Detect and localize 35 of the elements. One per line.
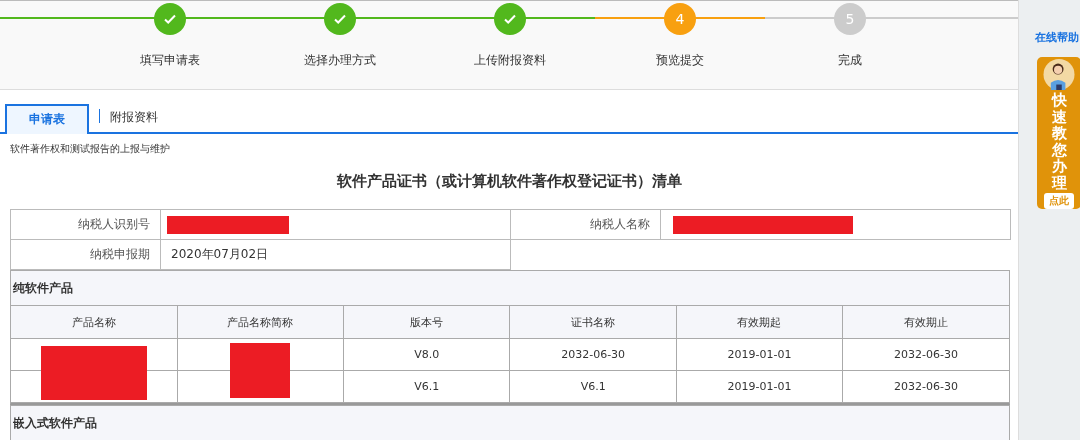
page-title: 软件产品证书（或计算机软件著作权登记证书）清单 (335, 172, 683, 191)
column-header: 有效期起 (676, 305, 843, 339)
tab[interactable]: 附报资料 (106, 102, 162, 132)
tab[interactable]: 申请表 (5, 104, 89, 134)
person-icon (1042, 59, 1076, 90)
step-label: 完成 (838, 52, 862, 69)
section-title: 嵌入式软件产品 (12, 414, 97, 432)
step-label: 填写申请表 (140, 52, 200, 69)
column-header: 有效期止 (842, 305, 1009, 339)
table-cell: 2032-06-30 (510, 338, 677, 371)
column-header: 产品名称 (11, 305, 178, 339)
table-cell: V8.0 (343, 338, 510, 371)
breadcrumb-text: 软件著作权和测试报告的上报与维护 (10, 142, 170, 156)
column-header: 证书名称 (510, 305, 677, 339)
click-here-button[interactable]: 点此 (1044, 193, 1074, 209)
step-label: 预览提交 (656, 52, 704, 69)
table-cell: 2019-01-01 (676, 370, 843, 403)
assistant-badge[interactable]: 快速教您办理 点此 (1037, 57, 1080, 209)
column-header: 版本号 (343, 305, 510, 339)
badge-text: 快速教您办理 (1051, 92, 1067, 191)
field-value: 2020年07月02日 (160, 239, 511, 270)
field-label: 纳税人名称 (510, 209, 661, 240)
step-label: 上传附报资料 (474, 52, 546, 69)
step-number: 4 (675, 11, 685, 27)
table-cell: V6.1 (343, 370, 510, 403)
table-cell: 2032-06-30 (842, 338, 1009, 371)
column-header: 产品名称简称 (177, 305, 344, 339)
table-cell: 2032-06-30 (842, 370, 1009, 403)
table-cell: V6.1 (510, 370, 677, 403)
section-title: 纯软件产品 (12, 279, 73, 297)
field-label: 纳税人识别号 (10, 209, 161, 240)
field-label: 纳税申报期 (10, 239, 161, 270)
help-link[interactable]: 在线帮助 (1035, 30, 1080, 45)
table-cell: 2019-01-01 (676, 338, 843, 371)
step-label: 选择办理方式 (304, 52, 376, 69)
